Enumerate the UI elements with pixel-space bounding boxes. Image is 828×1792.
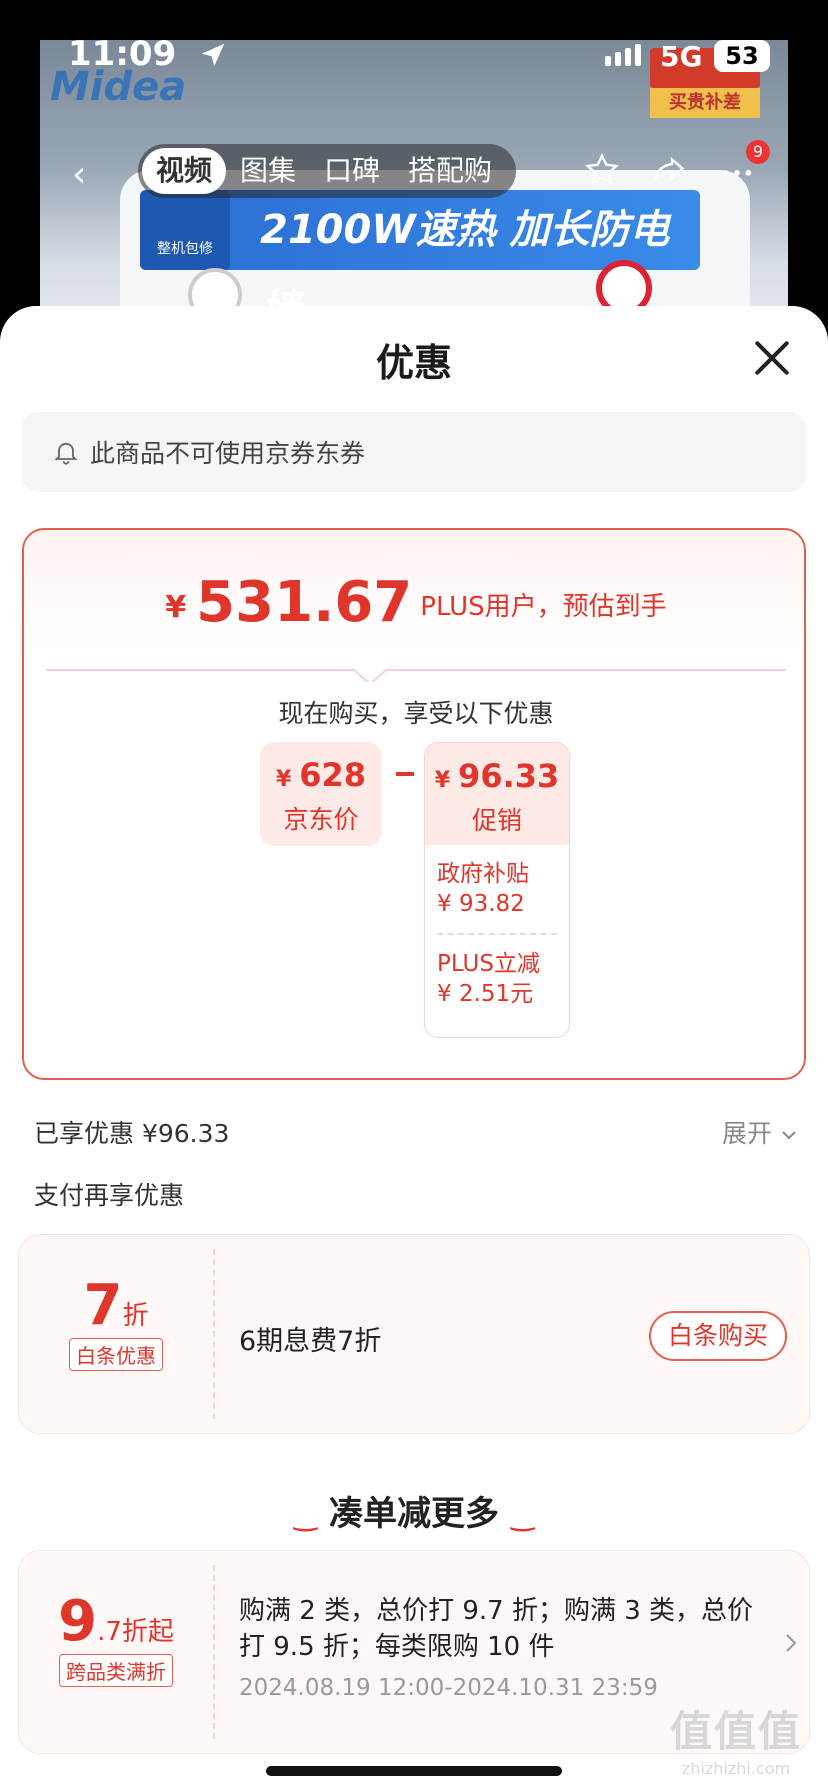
status-bar: 11:09 5G 53 <box>0 0 828 108</box>
discount-sheet: 优惠 此商品不可使用京券东券 ¥531.67 PLUS用户，预估到手 现在购买，享… <box>0 306 828 1792</box>
location-arrow-icon <box>201 43 225 67</box>
baitiao-buy-button[interactable]: 白条购买 <box>649 1311 787 1361</box>
baitiao-desc: 6期息费7折 <box>239 1326 382 1357</box>
product-top-nav: ‹ 视频 图集 口碑 搭配购 9 <box>0 140 828 204</box>
cross-left: 9.7折起 跨品类满折 <box>19 1551 213 1753</box>
promo-currency: ¥ <box>434 768 451 793</box>
baitiao-discount: 7折 <box>83 1273 149 1338</box>
estimated-price: ¥531.67 PLUS用户，预估到手 <box>24 570 808 635</box>
tab-bundle[interactable]: 搭配购 <box>394 148 506 194</box>
smile-icon: ‿ <box>511 1499 535 1532</box>
chevron-right-icon <box>786 1634 797 1652</box>
favorite-star-icon[interactable] <box>584 152 620 188</box>
promo-total: ¥96.33 促销 <box>425 743 569 845</box>
jd-price-label: 京东价 <box>283 805 359 834</box>
status-time: 11:09 <box>68 34 177 74</box>
back-chevron-icon[interactable]: ‹ <box>72 154 86 195</box>
promo-item-subsidy: 政府补贴 ¥ 93.82 <box>437 861 529 917</box>
cross-tag: 跨品类满折 <box>59 1654 173 1687</box>
baitiao-left: 7折 白条优惠 <box>19 1235 213 1433</box>
chevron-down-icon <box>782 1131 796 1140</box>
breakdown-subhead: 现在购买，享受以下优惠 <box>278 699 554 728</box>
estimate-note: PLUS用户，预估到手 <box>420 592 667 622</box>
estimate-currency: ¥ <box>165 590 187 625</box>
jd-price-value: 628 <box>299 756 367 794</box>
cross-desc: 购满 2 类，总价打 9.7 折；购满 3 类，总价打 9.5 折；每类限购 1… <box>239 1596 754 1662</box>
watermark: 值值值 zhizhizhi.com <box>670 1698 802 1778</box>
expand-label: 展开 <box>722 1119 773 1148</box>
message-badge: 9 <box>746 140 770 164</box>
media-tabs: 视频 图集 口碑 搭配购 <box>138 144 517 198</box>
share-icon[interactable] <box>650 152 688 188</box>
bell-icon <box>54 442 78 465</box>
promo-column: ¥96.33 促销 政府补贴 ¥ 93.82 PLUS立减 ¥ 2.51元 <box>424 742 570 1038</box>
network-type: 5G <box>660 40 703 73</box>
price-breakdown-card: ¥531.67 PLUS用户，预估到手 现在购买，享受以下优惠 ¥628 京东价 … <box>22 528 806 1080</box>
home-indicator[interactable] <box>266 1766 562 1776</box>
baitiao-card: 7折 白条优惠 6期息费7折 白条购买 <box>18 1234 810 1434</box>
baitiao-tag: 白条优惠 <box>69 1338 163 1371</box>
minus-sign <box>396 772 414 776</box>
promo-value: 96.33 <box>458 757 560 795</box>
coupon-notice: 此商品不可使用京券东券 <box>22 412 806 492</box>
enjoyed-discount: 已享优惠 ¥96.33 <box>34 1119 230 1148</box>
tab-reviews[interactable]: 口碑 <box>310 148 394 194</box>
estimate-amount: 531.67 <box>196 570 413 635</box>
jd-price-pill: ¥628 京东价 <box>260 742 382 846</box>
promo-item-plus: PLUS立减 ¥ 2.51元 <box>437 951 540 1007</box>
promo-label: 促销 <box>471 806 522 835</box>
screen: Midea 买贵补差 2100W速热 加长防电墙 整机包修 11:09 5G 5… <box>0 0 828 1792</box>
pointer-divider <box>46 669 786 682</box>
jd-currency: ¥ <box>275 767 292 792</box>
watermark-logo: 值值值 <box>670 1707 803 1756</box>
notice-text: 此商品不可使用京券东券 <box>90 439 366 468</box>
expand-toggle[interactable]: 展开 <box>722 1114 798 1150</box>
pay-discount-title: 支付再享优惠 <box>34 1181 185 1210</box>
cross-time: 2024.08.19 12:00-2024.10.31 23:59 <box>239 1675 658 1701</box>
signal-icon <box>605 44 645 66</box>
sheet-title: 优惠 <box>375 341 452 385</box>
cross-discount: 9.7折起 <box>58 1589 174 1654</box>
bundle-section-title: ‿ 凑单减更多 ‿ <box>293 1494 535 1534</box>
close-icon[interactable] <box>750 336 794 380</box>
watermark-url: zhizhizhi.com <box>681 1759 791 1778</box>
smile-icon: ‿ <box>293 1499 317 1532</box>
battery-icon: 53 <box>714 40 770 72</box>
tab-video[interactable]: 视频 <box>142 148 227 194</box>
tab-gallery[interactable]: 图集 <box>226 148 310 194</box>
